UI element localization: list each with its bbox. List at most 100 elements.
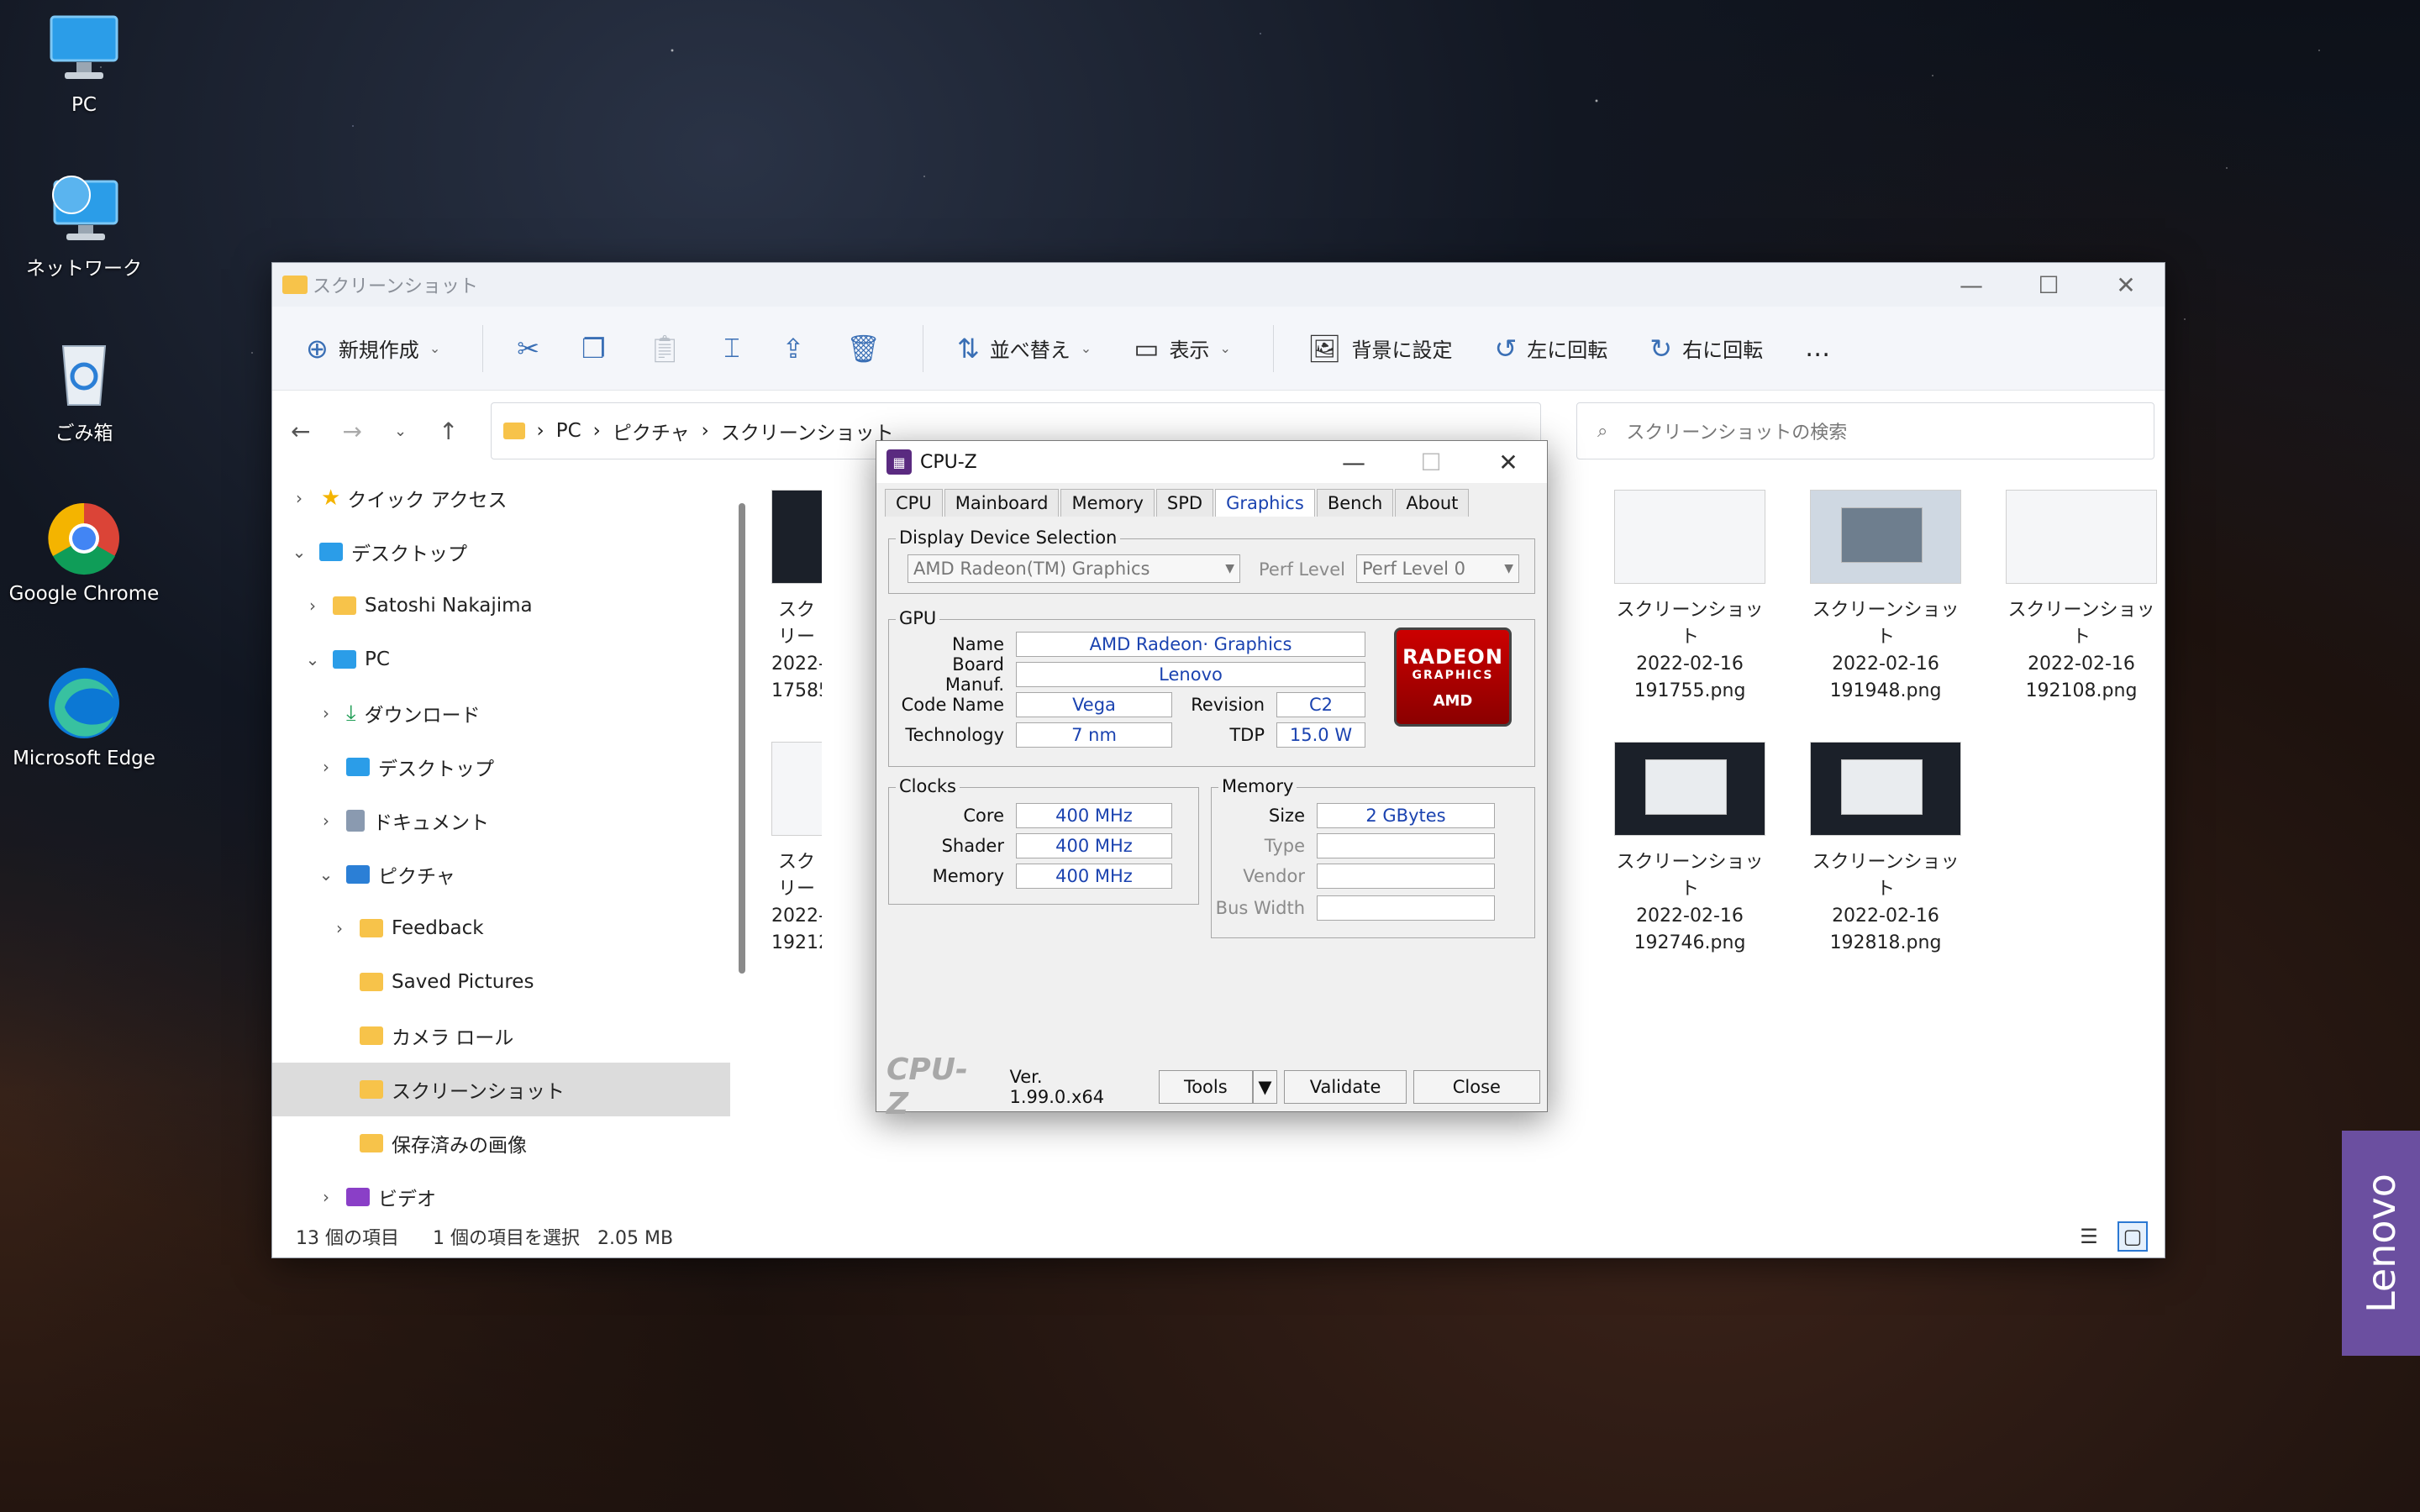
- search-icon: ⌕: [1597, 420, 1608, 442]
- tools-button[interactable]: Tools: [1159, 1070, 1253, 1104]
- chevron-right-icon: ›: [336, 918, 343, 938]
- new-button[interactable]: ⊕ 新規作成 ⌄: [306, 333, 440, 365]
- tab-mainboard[interactable]: Mainboard: [944, 489, 1060, 517]
- cpuz-title-bar[interactable]: ▦ CPU-Z — ☐ ✕: [876, 441, 1547, 483]
- tab-spd[interactable]: SPD: [1155, 489, 1214, 517]
- gpu-name-value: AMD Radeon· Graphics: [1016, 632, 1365, 657]
- perf-level-select[interactable]: Perf Level 0: [1356, 554, 1519, 583]
- rename-button[interactable]: ⌶: [723, 332, 739, 365]
- chevron-down-icon: ⌄: [305, 649, 320, 669]
- delete-button[interactable]: 🗑︎: [846, 333, 881, 365]
- file-item[interactable]: スクリー 2022- 17585: [771, 490, 822, 705]
- forward-arrow-icon[interactable]: →: [342, 417, 361, 445]
- file-thumbnail: [1614, 490, 1765, 584]
- rotate-left-button[interactable]: ↺ 左に回転: [1494, 333, 1607, 365]
- close-icon[interactable]: ✕: [1470, 441, 1547, 483]
- radeon-graphics-logo: RADEON GRAPHICS AMD: [1394, 627, 1512, 727]
- navigation-scrollbar[interactable]: [739, 503, 745, 974]
- desktop-icon-edge[interactable]: Microsoft Edge: [8, 665, 160, 769]
- revision-value: C2: [1276, 692, 1365, 717]
- paste-button[interactable]: 📋︎: [648, 333, 682, 365]
- tree-item-desktop-root[interactable]: ⌄ デスクトップ: [272, 525, 730, 579]
- tab-cpu[interactable]: CPU: [885, 489, 943, 517]
- search-box[interactable]: ⌕ スクリーンショットの検索: [1576, 402, 2154, 459]
- tree-item-pc[interactable]: ⌄ PC: [272, 633, 730, 686]
- breadcrumb-pictures[interactable]: ピクチャ: [613, 417, 690, 445]
- file-thumbnail: [1810, 742, 1961, 836]
- tree-item-quick-access[interactable]: › ★ クイック アクセス: [272, 471, 730, 525]
- cpuz-tabs: CPU Mainboard Memory SPD Graphics Bench …: [876, 483, 1547, 517]
- tree-item-camera-roll[interactable]: カメラ ロール: [272, 1009, 730, 1063]
- code-name-label: Code Name: [901, 695, 1004, 715]
- download-icon: ⤓: [346, 700, 356, 726]
- desktop-icon-chrome[interactable]: Google Chrome: [8, 501, 160, 605]
- desktop-icon-recycle-bin[interactable]: ごみ箱: [8, 334, 160, 445]
- chevron-down-icon: ⌄: [318, 864, 334, 885]
- tab-about[interactable]: About: [1395, 489, 1470, 517]
- folder-icon: [360, 1026, 383, 1045]
- back-arrow-icon[interactable]: ←: [291, 417, 310, 445]
- chevron-right-icon: ›: [323, 703, 329, 723]
- set-background-button[interactable]: 🖼︎ 背景に設定: [1307, 333, 1453, 365]
- tree-item-user[interactable]: › Satoshi Nakajima: [272, 579, 730, 633]
- tree-item-desktop[interactable]: › デスクトップ: [272, 740, 730, 794]
- cut-button[interactable]: ✂: [517, 333, 539, 365]
- explorer-title-bar[interactable]: スクリーンショット — ☐ ✕: [272, 263, 2165, 307]
- rotate-right-button[interactable]: ↻ 右に回転: [1649, 333, 1763, 365]
- desktop-icon-label: Microsoft Edge: [13, 748, 155, 769]
- close-button[interactable]: Close: [1413, 1070, 1540, 1104]
- file-item[interactable]: スクリーンショット 2022-02-16 192746.png: [1610, 742, 1770, 957]
- folder-icon: [360, 1134, 383, 1152]
- share-button[interactable]: ⇪: [782, 333, 805, 365]
- minimize-icon[interactable]: —: [1933, 263, 2010, 307]
- close-icon[interactable]: ✕: [2087, 263, 2165, 307]
- desktop-icon-network[interactable]: ネットワーク: [8, 170, 160, 281]
- thumbnail-view-icon[interactable]: ▢: [2118, 1221, 2148, 1252]
- memory-size-value: 2 GBytes: [1317, 803, 1495, 828]
- display-device-select[interactable]: AMD Radeon(TM) Graphics: [908, 554, 1240, 583]
- tree-item-screenshots[interactable]: スクリーンショット: [272, 1063, 730, 1116]
- minimize-icon[interactable]: —: [1315, 441, 1392, 483]
- tree-item-saved-pictures[interactable]: Saved Pictures: [272, 955, 730, 1009]
- chevron-down-icon: ⌄: [1080, 340, 1092, 356]
- tree-item-feedback[interactable]: › Feedback: [272, 901, 730, 955]
- tab-memory[interactable]: Memory: [1060, 489, 1155, 517]
- up-arrow-icon[interactable]: ↑: [439, 417, 458, 445]
- network-globe-icon: [46, 170, 122, 245]
- tree-item-documents[interactable]: › ドキュメント: [272, 794, 730, 848]
- breadcrumb-screenshots[interactable]: スクリーンショット: [721, 417, 894, 445]
- tab-graphics[interactable]: Graphics: [1215, 489, 1315, 517]
- chrome-icon: [46, 501, 122, 576]
- validate-button[interactable]: Validate: [1284, 1070, 1407, 1104]
- file-item[interactable]: スクリーンショット 2022-02-16 191948.png: [1806, 490, 1965, 705]
- details-view-icon[interactable]: ☰: [2074, 1221, 2104, 1252]
- rename-icon: ⌶: [723, 332, 740, 364]
- display-device-legend: Display Device Selection: [896, 528, 1121, 548]
- maximize-icon[interactable]: ☐: [2010, 263, 2087, 307]
- cpuz-window: ▦ CPU-Z — ☐ ✕ CPU Mainboard Memory SPD G…: [876, 440, 1548, 1121]
- tools-dropdown-icon[interactable]: ▼: [1252, 1070, 1278, 1104]
- desktop-icon-pc[interactable]: PC: [8, 12, 160, 116]
- tree-item-saved-images[interactable]: 保存済みの画像: [272, 1116, 730, 1170]
- view-button[interactable]: ▭ 表示 ⌄: [1134, 333, 1231, 365]
- breadcrumb-separator: ›: [592, 420, 601, 442]
- recent-chevron-icon[interactable]: ⌄: [394, 423, 407, 440]
- display-device-group: Display Device Selection AMD Radeon(TM) …: [888, 528, 1535, 594]
- file-item[interactable]: スクリーンショット 2022-02-16 191755.png: [1610, 490, 1770, 705]
- tree-item-pictures[interactable]: ⌄ ピクチャ: [272, 848, 730, 901]
- memory-vendor-label: Vendor: [1243, 866, 1305, 886]
- file-item[interactable]: スクリーンショット 2022-02-16 192108.png: [2002, 490, 2161, 705]
- file-item[interactable]: スクリーンショット 2022-02-16 192818.png: [1806, 742, 1965, 957]
- file-item[interactable]: スクリー 2022- 19212: [771, 742, 822, 957]
- copy-button[interactable]: ❐: [581, 333, 606, 365]
- sort-button[interactable]: ⇅ 並べ替え ⌄: [957, 333, 1092, 365]
- tree-item-downloads[interactable]: › ⤓ ダウンロード: [272, 686, 730, 740]
- plus-circle-icon: ⊕: [306, 332, 329, 365]
- breadcrumb-pc[interactable]: PC: [556, 420, 581, 442]
- more-options-button[interactable]: …: [1805, 333, 1830, 363]
- cpuz-title: CPU-Z: [920, 451, 977, 473]
- lenovo-logo-text: Lenovo: [2358, 1173, 2404, 1313]
- board-manuf-value: Lenovo: [1016, 662, 1365, 687]
- tab-bench[interactable]: Bench: [1316, 489, 1394, 517]
- tree-item-videos[interactable]: › ビデオ: [272, 1170, 730, 1215]
